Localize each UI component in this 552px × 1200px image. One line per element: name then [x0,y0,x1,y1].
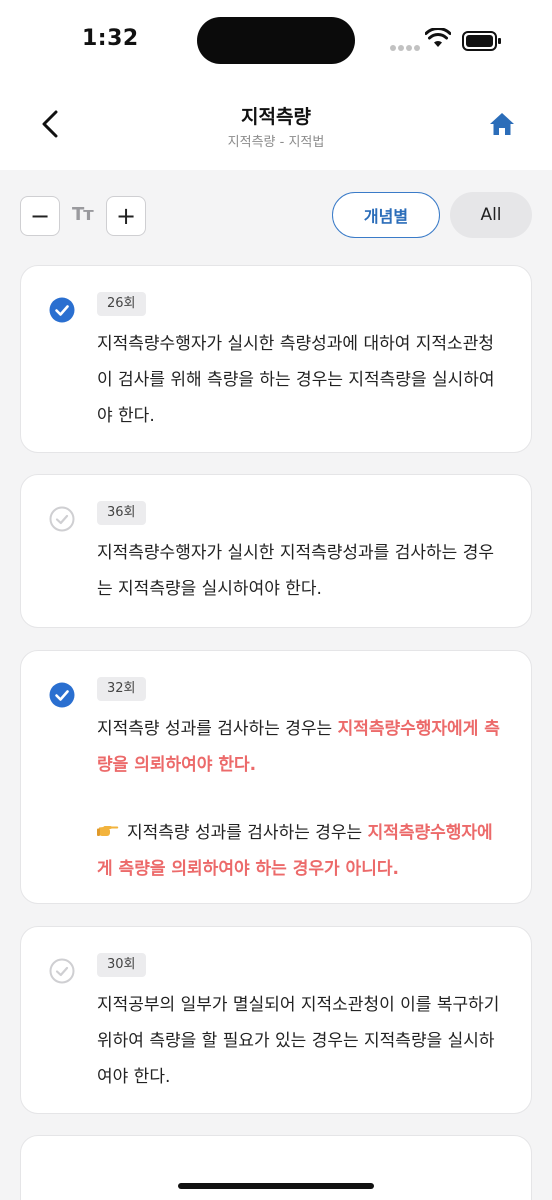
round-badge: 26회 [97,292,146,316]
question-text: 지적측량 성과를 검사하는 경우는 지적측량수행자에게 측량을 의뢰하여야 한다… [97,711,505,887]
home-icon [490,113,514,135]
round-badge: 36회 [97,501,146,525]
concept-filter-button[interactable]: 개념별 [332,192,440,238]
question-card[interactable]: 26회 지적측량수행자가 실시한 측량성과에 대하여 지적소관청이 검사를 위해… [20,265,532,453]
toolbar: − Tт + 개념별 All [0,170,552,260]
check-circle-filled-icon[interactable] [49,682,75,708]
question-card[interactable] [20,1135,532,1200]
check-circle-filled-icon[interactable] [49,297,75,323]
check-circle-outline-icon[interactable] [49,506,75,532]
decrease-font-button[interactable]: − [20,196,60,236]
all-filter-button[interactable]: All [450,192,532,238]
home-indicator [178,1183,374,1189]
font-size-icon: Tт [72,204,94,225]
question-card[interactable]: 32회 지적측량 성과를 검사하는 경우는 지적측량수행자에게 측량을 의뢰하여… [20,650,532,904]
round-badge: 30회 [97,953,146,977]
battery-icon [462,31,501,51]
page-title: 지적측량 [241,106,311,128]
status-time: 1:32 [82,26,139,51]
increase-font-button[interactable]: + [106,196,146,236]
explanation-plain: 지적측량 성과를 검사하는 경우는 [127,823,368,843]
question-card[interactable]: 36회 지적측량수행자가 실시한 지적측량성과를 검사하는 경우는 지적측량을 … [20,474,532,628]
question-text: 지적측량수행자가 실시한 측량성과에 대하여 지적소관청이 검사를 위해 측량을… [97,334,495,426]
signal-dots-icon [390,36,422,55]
question-text: 지적공부의 일부가 멸실되어 지적소관청이 이를 복구하기 위하여 측량을 할 … [97,995,500,1087]
check-circle-outline-icon[interactable] [49,958,75,984]
question-text: 지적측량수행자가 실시한 지적측량성과를 검사하는 경우는 지적측량을 실시하여… [97,543,494,599]
question-text-plain: 지적측량 성과를 검사하는 경우는 [97,719,338,739]
status-bar: 1:32 [0,0,552,84]
pointing-hand-icon [97,815,119,851]
app-header: 지적측량 지적측량 - 지적법 [0,84,552,170]
dynamic-island [197,17,355,64]
plus-icon: + [115,202,137,230]
round-badge: 32회 [97,677,146,701]
question-card[interactable]: 30회 지적공부의 일부가 멸실되어 지적소관청이 이를 복구하기 위하여 측량… [20,926,532,1114]
wifi-icon [425,28,451,47]
home-button[interactable] [486,108,518,140]
page-subtitle: 지적측량 - 지적법 [227,135,325,150]
question-list: 26회 지적측량수행자가 실시한 측량성과에 대하여 지적소관청이 검사를 위해… [0,260,552,1200]
explanation-point: 지적측량 성과를 검사하는 경우는 지적측량수행자에게 측량을 의뢰하여야 하는… [97,815,505,887]
minus-icon: − [29,202,51,230]
